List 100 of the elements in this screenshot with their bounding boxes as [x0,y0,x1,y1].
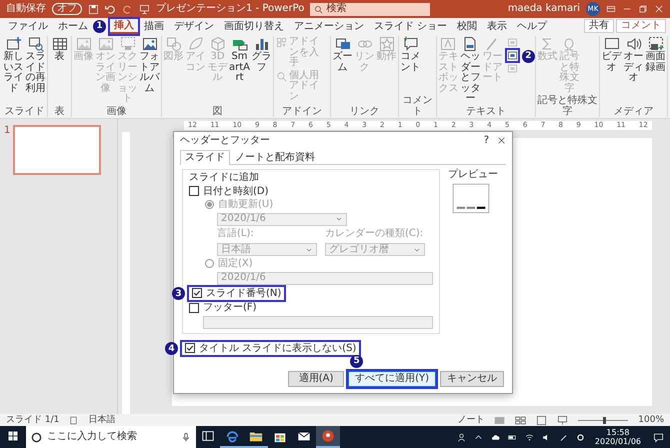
save-icon[interactable] [88,4,99,14]
field-label: 言語(L): [217,228,255,239]
checkbox-label: スライド番号(N) [206,288,282,299]
battery-icon[interactable] [508,432,517,442]
cloud-icon[interactable] [490,432,500,442]
ribbon-tab[interactable]: 画面切り替え [220,20,288,32]
dialog-button[interactable]: キャンセル [440,371,504,386]
notes-button[interactable]: ノート [457,414,484,426]
ribbon-button[interactable]: グラフ [251,36,272,73]
input-field[interactable] [203,316,433,328]
comment-icon [402,36,418,52]
step-marker: 1 [93,20,106,33]
checkbox[interactable] [189,302,199,313]
notification-icon[interactable] [653,432,664,442]
text-box-icon [440,36,456,52]
ribbon-button[interactable]: ヘッダーとフッター [460,36,481,104]
ribbon-tab[interactable]: 表示 [483,20,512,32]
group-label: 画像 [106,106,128,117]
microphone-icon [181,432,191,442]
task-view-icon [201,429,215,443]
undo-icon[interactable] [105,4,116,14]
screen-record-icon [648,36,664,52]
ribbon-button[interactable]: オーディオ [623,36,644,84]
caret-icon [413,246,421,254]
checkbox[interactable] [185,343,195,354]
ribbon-tab[interactable]: 描画 [140,20,168,32]
dialog-button[interactable]: すべてに適用(Y) [348,371,436,386]
ribbon-tab[interactable]: スライド ショー [370,20,452,32]
radio-label: 固定(X) [218,258,253,270]
speaker-icon [626,36,642,52]
slide-number: 1 [4,125,10,136]
sorter-view-icon[interactable] [515,414,526,426]
zoom-slider-thumb[interactable] [603,416,606,424]
presenter-icon[interactable] [139,4,150,14]
checkbox-label: フッター(F) [203,302,257,314]
ribbon-display-icon[interactable] [606,4,616,14]
dialog-tab[interactable]: ノートと配布資料 [230,150,320,164]
presentation-app-icon [321,429,335,443]
group-label: テキスト [464,106,507,117]
dialog-tab[interactable]: スライド [180,150,230,165]
screen-icon [604,36,620,52]
reading-view-icon[interactable] [536,414,548,426]
search-placeholder: ここに入力して検索 [47,431,138,443]
ribbon-tab[interactable]: 校閲 [453,20,482,32]
ribbon-tab[interactable]: ホーム [54,20,92,32]
star-icon [378,36,394,52]
step-marker: 3 [172,287,185,300]
search-field[interactable]: 検索 [310,2,430,16]
ribbon-button[interactable]: フォトアルバム [139,36,160,94]
radio-button[interactable] [205,259,214,268]
share-button[interactable]: 共有 [584,19,614,33]
close-icon[interactable] [497,136,506,146]
slideshow-icon[interactable] [557,414,568,426]
clock-date[interactable]: 2020/01/06 [594,437,641,446]
windows-icon[interactable] [7,430,19,442]
ribbon-button[interactable]: ズーム [332,36,353,73]
dialog-button[interactable]: 適用(A) [288,371,344,386]
ribbon-tab[interactable]: デザイン [170,20,218,32]
search-placeholder: 検索 [326,3,346,15]
ribbon-button[interactable]: 画面録画 [645,36,666,73]
document-icon [462,36,478,52]
group-label: コメント [401,95,434,117]
slides-stack-icon [334,36,350,52]
autosave-toggle[interactable]: オフ [52,3,82,15]
slide-counter: スライド 1/1 [6,414,60,426]
ribbon-button[interactable]: SmartArt [229,36,250,84]
group-label: リンク [348,106,380,117]
ribbon-tab[interactable]: ヘルプ [513,20,552,32]
help-button[interactable]: ? [484,135,489,146]
ribbon-button[interactable]: コメント [400,36,421,73]
taskbar-search-field[interactable]: ここに入力して検索 [26,426,196,448]
ribbon-tab[interactable]: 挿入 [110,18,138,34]
group-label: スライド [4,106,46,117]
clock-time[interactable]: 15:58 [594,428,641,437]
slide-thumbnail[interactable] [13,125,102,175]
redo-icon[interactable] [122,4,133,14]
wifi-icon[interactable] [524,432,534,442]
ribbon-tab[interactable]: アニメーション [290,20,368,32]
group-label: 記号と特殊文字 [536,95,598,117]
restore-icon[interactable] [638,4,648,14]
ribbon-button[interactable]: 表 [49,36,70,62]
chevron-up-icon[interactable] [474,432,483,442]
user-name: maeda kamari [508,3,580,15]
field-label: カレンダーの種類(C): [325,228,424,239]
autosave-label: 自動保存 [6,3,46,15]
small-icon[interactable] [506,50,518,61]
ribbon-tab[interactable]: ファイル [4,20,52,32]
comments-button[interactable]: コメント [616,19,666,33]
checkbox[interactable] [189,186,199,196]
person-icon[interactable] [456,432,466,442]
radio-button[interactable] [205,200,214,210]
ribbon-button[interactable]: スライドの再利用 [25,36,46,94]
ribbon-button[interactable]: ビデオ [601,36,622,73]
taskbar-app-button[interactable] [316,426,340,448]
ribbon-button[interactable]: 新しいスライド [3,36,24,94]
document-title: プレゼンテーション1 - PowerPo [156,3,304,15]
checkbox[interactable] [192,288,202,298]
step-marker: 2 [522,50,535,63]
spellcheck-icon [69,416,78,424]
leaf-icon [188,36,204,52]
